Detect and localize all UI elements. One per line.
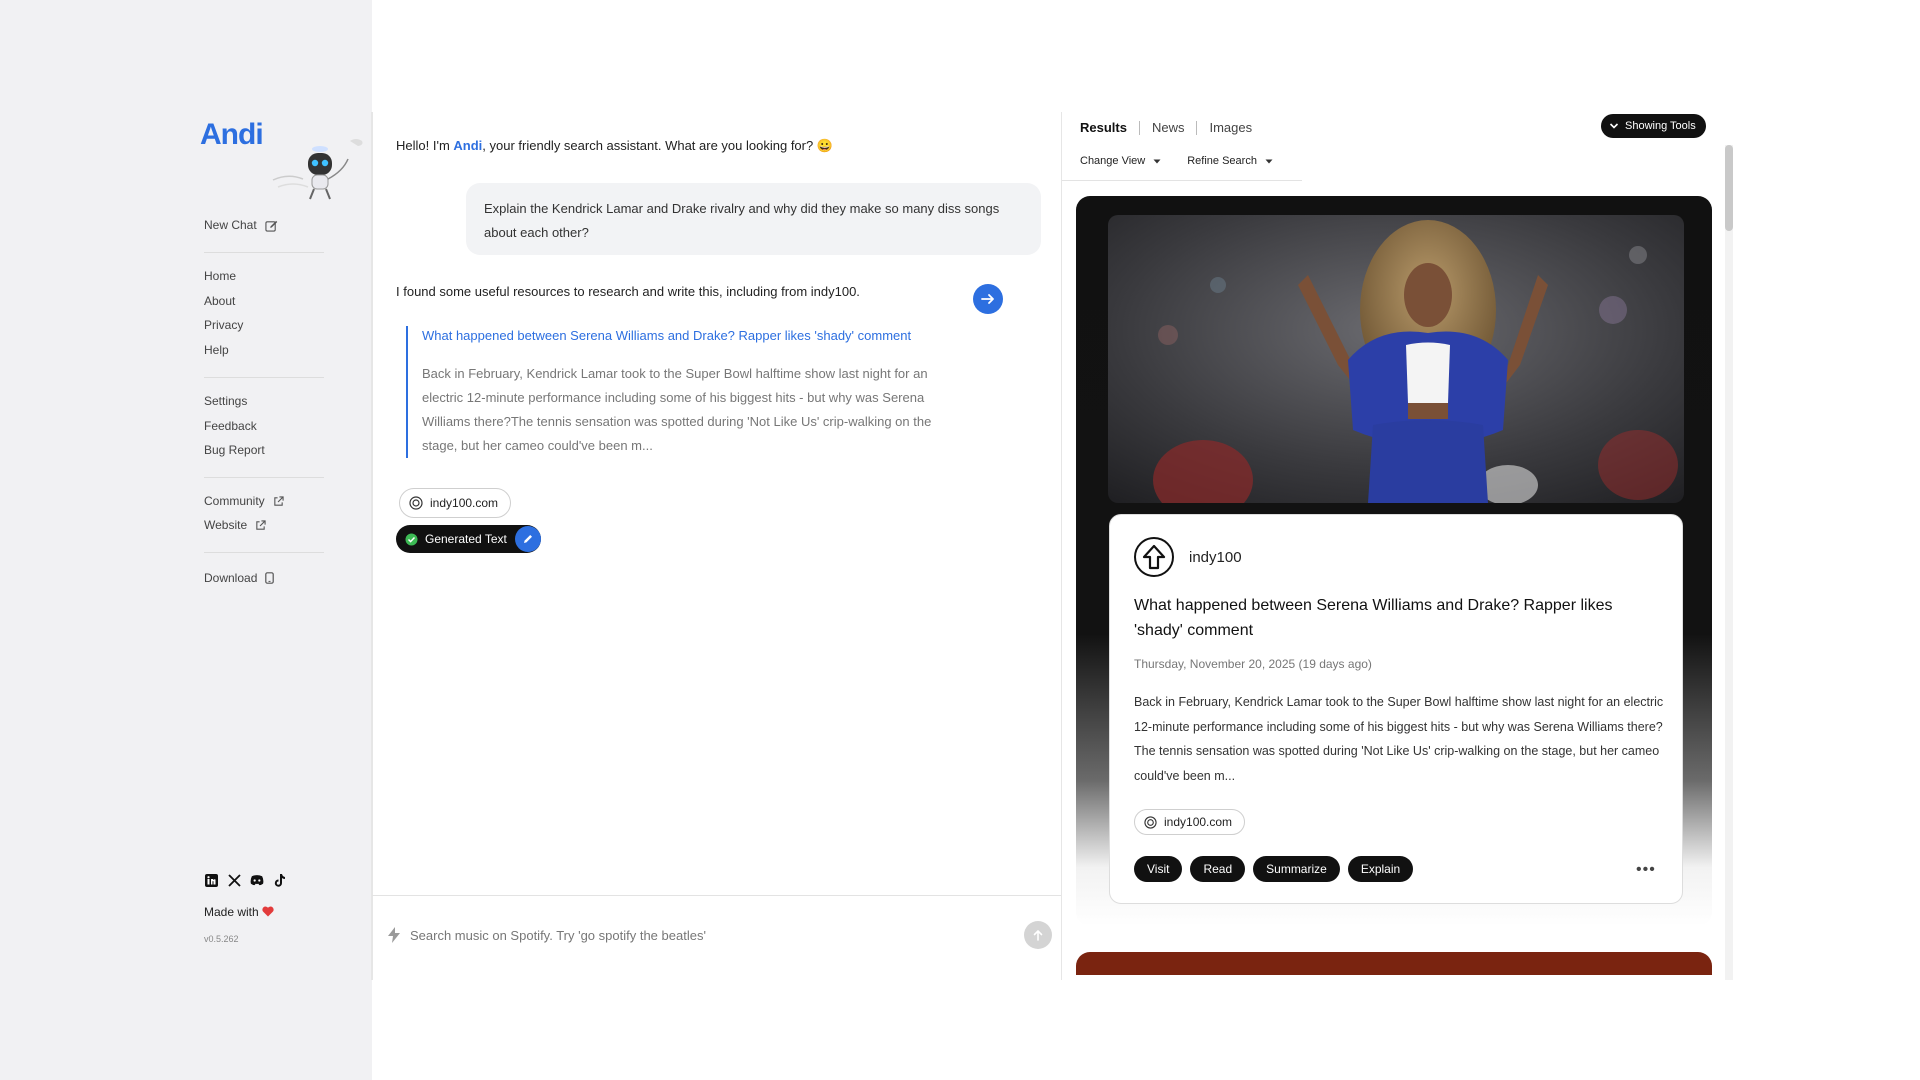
made-with-text: Made with [204,905,274,919]
app-version: v0.5.262 [204,934,239,944]
source-quote: What happened between Serena Williams an… [406,326,966,458]
phone-icon [265,572,275,584]
card-domain-pill[interactable]: indy100.com [1134,809,1246,835]
sidebar-divider [204,377,324,378]
edit-icon [265,220,277,232]
visit-button[interactable]: Visit [1134,856,1183,882]
edit-generated-text-button[interactable] [514,526,541,552]
x-icon[interactable] [227,873,241,887]
sidebar-item-settings[interactable]: Settings [204,394,247,408]
caret-down-icon [1153,159,1161,163]
made-with-label: Made with [204,905,259,919]
external-link-icon [256,519,266,530]
greeting-prefix: Hello! I'm [396,138,454,153]
results-scrollbar-thumb[interactable] [1725,145,1733,231]
assistant-reply-intro: I found some useful resources to researc… [396,284,860,299]
external-link-icon [273,495,284,506]
robot-mascot-icon [272,139,363,200]
sidebar-item-bug-report[interactable]: Bug Report [204,443,265,457]
send-button[interactable] [1024,921,1052,949]
sidebar-item-feedback[interactable]: Feedback [204,419,257,433]
more-options-icon[interactable]: ••• [1636,861,1656,879]
sidebar-item-home[interactable]: Home [204,269,236,283]
results-divider [1061,112,1062,980]
tab-news[interactable]: News [1140,120,1197,135]
source-name: indy100 [1189,549,1242,566]
card-title-link[interactable]: What happened between Serena Williams an… [1134,593,1654,643]
card-date: Thursday, November 20, 2025 (19 days ago… [1134,657,1372,671]
change-view-label: Change View [1080,155,1146,167]
sidebar-item-about[interactable]: About [204,294,235,308]
sidebar-item-privacy[interactable]: Privacy [204,318,243,332]
showing-tools-button[interactable]: Showing Tools [1601,114,1706,138]
chevron-down-icon [1609,123,1619,129]
result-photo[interactable] [1108,215,1684,503]
linkedin-icon[interactable] [204,873,218,887]
arrow-up-icon [1033,929,1043,941]
tab-images[interactable]: Images [1197,120,1264,135]
panel-bottom [1062,975,1742,1080]
source-site-icon [1144,815,1157,829]
explain-button[interactable]: Explain [1347,856,1414,882]
community-label: Community [204,494,265,508]
results-scrollbar-track[interactable] [1725,145,1733,980]
input-divider [372,895,1062,896]
quote-body: Back in February, Kendrick Lamar took to… [422,366,932,453]
greeting-suffix: , your friendly search assistant. What a… [482,138,834,153]
social-links [204,873,287,887]
next-result-button[interactable] [973,284,1003,314]
new-chat-label: New Chat [204,218,257,232]
discord-icon[interactable] [250,873,264,887]
card-actions: Visit Read Summarize Explain [1134,856,1414,882]
summarize-button[interactable]: Summarize [1253,856,1340,882]
sidebar-divider [204,552,324,553]
refine-search-dropdown[interactable]: Refine Search [1187,155,1273,167]
quote-title-link[interactable]: What happened between Serena Williams an… [422,326,966,346]
sidebar-divider [204,477,324,478]
andi-logo[interactable]: Andi [200,118,264,152]
indy100-logo [1134,537,1174,577]
arrow-right-icon [981,294,994,304]
greeting-name: Andi [453,138,483,153]
view-controls: Change View Refine Search [1080,155,1273,167]
sidebar-item-download[interactable]: Download [204,571,275,585]
lightning-icon [388,927,400,943]
search-bar [386,920,1052,950]
showing-tools-label: Showing Tools [1625,120,1696,132]
sidebar-divider [204,252,324,253]
change-view-dropdown[interactable]: Change View [1080,155,1161,167]
sidebar-item-website[interactable]: Website [204,518,266,532]
generated-text-label: Generated Text [425,532,507,546]
caret-down-icon [1265,159,1273,163]
search-input[interactable] [410,927,1016,943]
generated-text-pill[interactable]: Generated Text [396,525,541,553]
tiktok-icon[interactable] [273,873,287,887]
results-tabs: Results News Images [1080,120,1264,135]
download-label: Download [204,571,258,585]
source-pill-label: indy100.com [430,496,499,510]
refine-search-label: Refine Search [1187,155,1257,167]
result-card: indy100 What happened between Serena Wil… [1109,514,1683,904]
sidebar-item-community[interactable]: Community [204,494,284,508]
heart-icon [262,906,274,917]
new-chat-button[interactable]: New Chat [204,218,278,232]
view-controls-underline [1062,180,1302,181]
source-pill[interactable]: indy100.com [399,488,512,518]
pencil-icon [523,535,532,543]
card-domain-label: indy100.com [1164,815,1233,829]
tab-results[interactable]: Results [1080,120,1139,135]
arrow-up-outline-icon [1142,544,1166,570]
assistant-greeting: Hello! I'm Andi, your friendly search as… [396,138,833,154]
read-button[interactable]: Read [1190,856,1246,882]
user-message: Explain the Kendrick Lamar and Drake riv… [466,183,1041,255]
card-snippet: Back in February, Kendrick Lamar took to… [1134,695,1664,783]
check-circle-icon [405,533,418,545]
sidebar-item-help[interactable]: Help [204,343,229,357]
website-label: Website [204,518,248,532]
sidebar-divider-line [371,112,373,980]
source-site-icon [409,496,423,510]
